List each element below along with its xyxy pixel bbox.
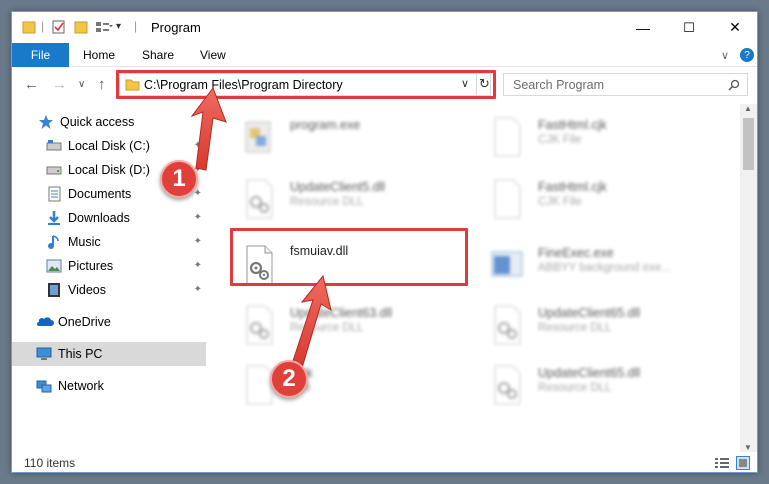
step-2-badge: 2 bbox=[270, 360, 308, 398]
arrow-icon bbox=[291, 274, 332, 369]
arrow-icon bbox=[190, 86, 227, 171]
annotation-arrows bbox=[190, 86, 332, 369]
step-1-badge: 1 bbox=[160, 160, 198, 198]
